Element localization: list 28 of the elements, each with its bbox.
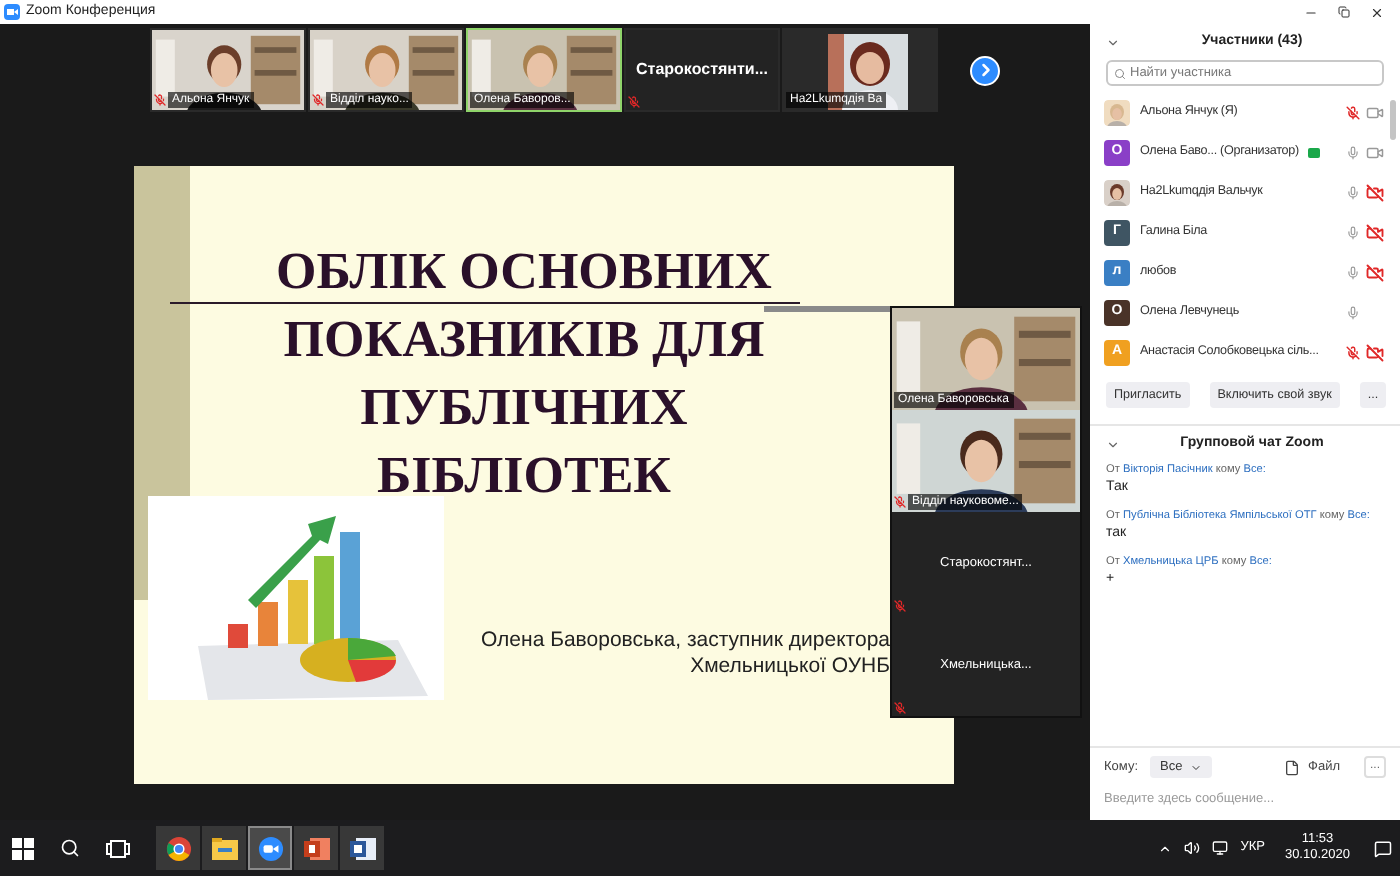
search-icon xyxy=(1114,67,1126,79)
collapse-icon[interactable] xyxy=(1106,437,1120,451)
collapse-icon[interactable] xyxy=(1106,35,1120,49)
slide-title: БІБЛІОТЕК xyxy=(376,444,672,508)
slide-author: Олена Баворовська, заступник директора xyxy=(481,628,890,654)
video-tile[interactable]: Старокостянти... xyxy=(624,28,780,112)
task-view-icon[interactable] xyxy=(106,839,130,857)
slide-title: ПУБЛІЧНИХ xyxy=(360,376,688,440)
windows-start-icon[interactable] xyxy=(12,837,34,859)
speaker-icon[interactable] xyxy=(1184,840,1201,856)
slide-title: ПОКАЗНИКІВ ДЛЯ xyxy=(283,308,765,372)
document-app-icon[interactable] xyxy=(340,826,384,870)
restore-icon[interactable] xyxy=(1338,6,1350,18)
caret-icon xyxy=(1190,761,1203,773)
file-icon xyxy=(1284,759,1301,775)
next-page-button[interactable] xyxy=(970,55,1000,85)
presentation-app-icon[interactable] xyxy=(294,826,338,870)
browser-icon[interactable] xyxy=(156,826,200,870)
search-icon[interactable] xyxy=(60,838,80,858)
close-icon[interactable] xyxy=(1370,5,1384,19)
tray-caret-icon[interactable] xyxy=(1158,841,1173,855)
slide-title: ОБЛІК ОСНОВНИХ xyxy=(276,240,772,304)
video-camera-icon[interactable] xyxy=(248,826,292,870)
scrollbar[interactable] xyxy=(1390,100,1396,140)
notifications-icon[interactable] xyxy=(1374,839,1392,857)
slide-author: Хмельницької ОУНБ xyxy=(690,654,890,680)
folder-icon[interactable] xyxy=(202,826,246,870)
participant-name: Старокостянти... xyxy=(636,58,768,82)
